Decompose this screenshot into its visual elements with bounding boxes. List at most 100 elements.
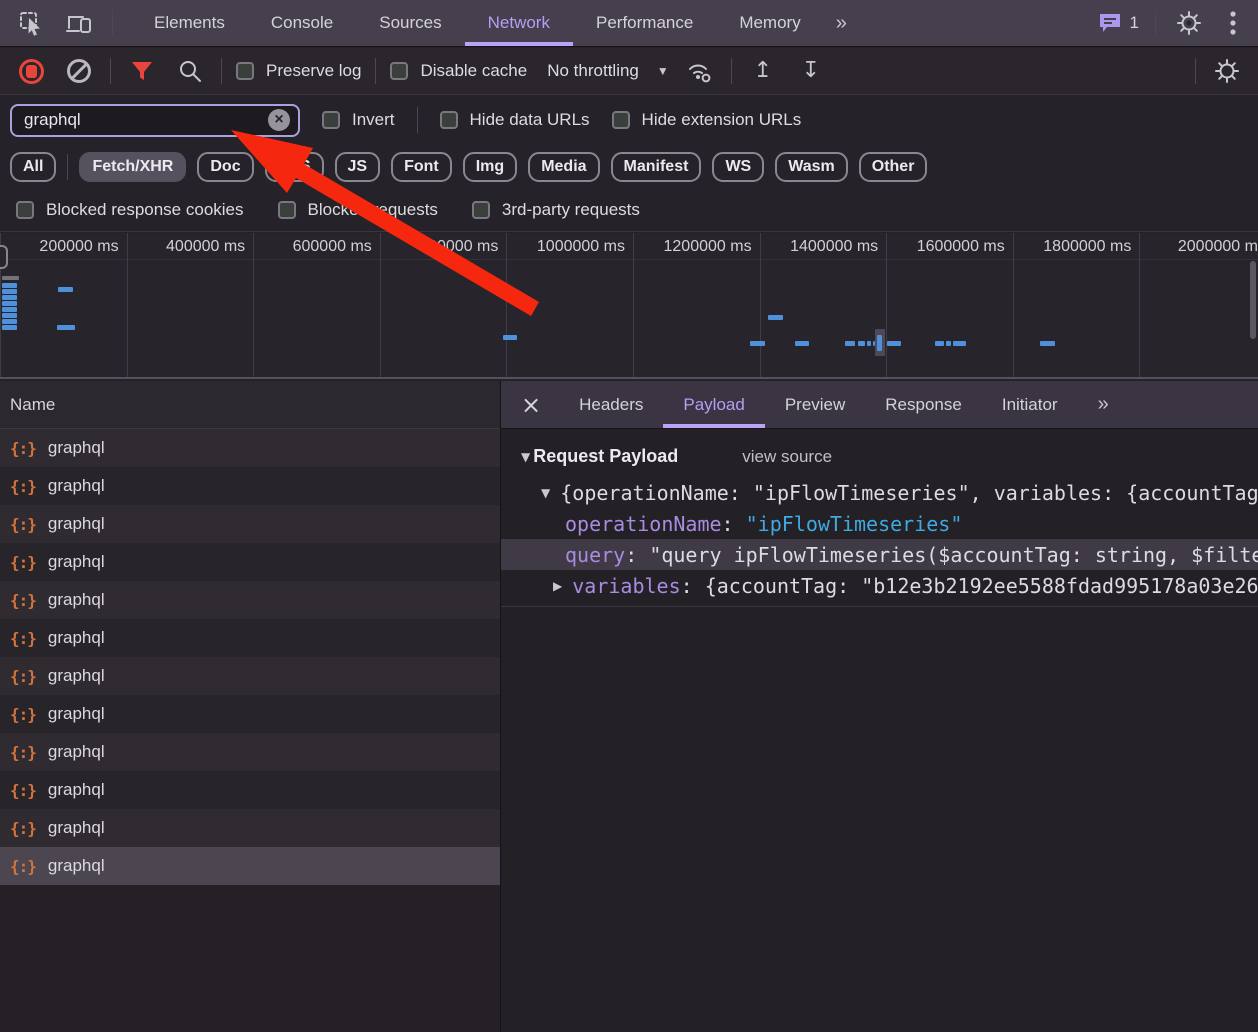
clear-network-log-icon[interactable] bbox=[62, 54, 96, 88]
property-value: "ipFlowTimeseries" bbox=[746, 512, 963, 536]
checkbox-box[interactable] bbox=[472, 201, 490, 219]
checkbox-box[interactable] bbox=[322, 111, 340, 129]
kebab-menu-icon[interactable] bbox=[1222, 6, 1244, 40]
checkbox-box[interactable] bbox=[440, 111, 458, 129]
fetch-json-icon: {:} bbox=[10, 705, 36, 724]
overview-column: 800000 ms bbox=[380, 233, 507, 377]
request-row[interactable]: {:}graphql bbox=[0, 543, 500, 581]
console-messages-button[interactable]: 1 bbox=[1098, 12, 1139, 34]
divider bbox=[417, 107, 418, 133]
filter-input-box[interactable]: × bbox=[10, 104, 300, 137]
request-row[interactable]: {:}graphql bbox=[0, 581, 500, 619]
checkbox-box[interactable] bbox=[278, 201, 296, 219]
checkbox-box[interactable] bbox=[390, 62, 408, 80]
overview-scrollbar-thumb[interactable] bbox=[1250, 261, 1256, 339]
tab-performance[interactable]: Performance bbox=[573, 0, 716, 46]
throttling-dropdown[interactable]: No throttling ▼ bbox=[547, 61, 669, 81]
preserve-log-checkbox[interactable]: Preserve log bbox=[236, 61, 361, 81]
tab-console[interactable]: Console bbox=[248, 0, 356, 46]
request-row[interactable]: {:}graphql bbox=[0, 467, 500, 505]
filter-chip-js[interactable]: JS bbox=[335, 152, 381, 182]
tab-memory[interactable]: Memory bbox=[716, 0, 823, 46]
network-conditions-icon[interactable] bbox=[683, 54, 717, 88]
payload-summary-row[interactable]: ▼ {operationName: "ipFlowTimeseries", va… bbox=[501, 477, 1258, 508]
more-tabs-icon[interactable]: » bbox=[824, 0, 859, 46]
overview-request-bar bbox=[57, 325, 75, 330]
request-name: graphql bbox=[48, 476, 105, 496]
request-row[interactable]: {:}graphql bbox=[0, 619, 500, 657]
payload-query-row[interactable]: query: "query ipFlowTimeseries($accountT… bbox=[501, 539, 1258, 570]
tab-preview[interactable]: Preview bbox=[765, 381, 865, 428]
disable-cache-checkbox[interactable]: Disable cache bbox=[390, 61, 527, 81]
network-overview-timeline[interactable]: 200000 ms400000 ms600000 ms800000 ms1000… bbox=[0, 233, 1258, 379]
tab-headers[interactable]: Headers bbox=[559, 381, 663, 428]
hide-data-urls-checkbox[interactable]: Hide data URLs bbox=[440, 110, 590, 130]
import-har-icon[interactable]: ↥ bbox=[746, 54, 780, 88]
export-har-icon[interactable]: ↧ bbox=[794, 54, 828, 88]
record-network-log-icon[interactable] bbox=[14, 54, 48, 88]
filter-chip-font[interactable]: Font bbox=[391, 152, 452, 182]
tab-sources[interactable]: Sources bbox=[356, 0, 464, 46]
checkbox-box[interactable] bbox=[612, 111, 630, 129]
tab-initiator[interactable]: Initiator bbox=[982, 381, 1078, 428]
request-row[interactable]: {:}graphql bbox=[0, 771, 500, 809]
request-row[interactable]: {:}graphql bbox=[0, 657, 500, 695]
checkbox-box[interactable] bbox=[236, 62, 254, 80]
payload-variables-row[interactable]: ▶ variables: {accountTag: "b12e3b2192ee5… bbox=[501, 570, 1258, 601]
filter-chip-media[interactable]: Media bbox=[528, 152, 599, 182]
settings-gear-icon[interactable] bbox=[1172, 6, 1206, 40]
hide-extension-urls-checkbox[interactable]: Hide extension URLs bbox=[612, 110, 802, 130]
expand-node-icon[interactable]: ▶ bbox=[553, 579, 562, 593]
filter-chip-manifest[interactable]: Manifest bbox=[611, 152, 702, 182]
third-party-requests-checkbox[interactable]: 3rd-party requests bbox=[472, 200, 640, 220]
blocked-response-cookies-checkbox[interactable]: Blocked response cookies bbox=[16, 200, 244, 220]
overview-column: 400000 ms bbox=[127, 233, 254, 377]
overview-request-bar bbox=[1040, 341, 1055, 346]
divider bbox=[110, 58, 111, 84]
checkbox-box[interactable] bbox=[16, 201, 34, 219]
inspect-element-icon[interactable] bbox=[14, 6, 48, 40]
filter-chip-css[interactable]: CSS bbox=[265, 152, 324, 182]
filter-chip-all[interactable]: All bbox=[10, 152, 56, 182]
collapse-section-icon[interactable]: ▼ bbox=[521, 450, 530, 464]
request-name: graphql bbox=[48, 552, 105, 572]
hide-extension-urls-label: Hide extension URLs bbox=[642, 110, 802, 130]
network-settings-gear-icon[interactable] bbox=[1210, 54, 1244, 88]
filter-chip-fetch-xhr[interactable]: Fetch/XHR bbox=[79, 152, 186, 182]
network-toolbar: Preserve log Disable cache No throttling… bbox=[0, 48, 1258, 95]
blocked-response-cookies-label: Blocked response cookies bbox=[46, 200, 244, 220]
request-row[interactable]: {:}graphql bbox=[0, 505, 500, 543]
filter-chip-doc[interactable]: Doc bbox=[197, 152, 253, 182]
clear-filter-icon[interactable]: × bbox=[268, 109, 290, 131]
request-row[interactable]: {:}graphql bbox=[0, 733, 500, 771]
tab-network[interactable]: Network bbox=[465, 0, 573, 46]
filter-row: × Invert Hide data URLs Hide extension U… bbox=[0, 96, 1258, 144]
blocked-requests-checkbox[interactable]: Blocked requests bbox=[278, 200, 438, 220]
device-toolbar-icon[interactable] bbox=[62, 6, 96, 40]
more-detail-tabs-icon[interactable]: » bbox=[1078, 381, 1129, 428]
tab-response[interactable]: Response bbox=[865, 381, 982, 428]
filter-chip-other[interactable]: Other bbox=[859, 152, 928, 182]
view-source-link[interactable]: view source bbox=[742, 447, 832, 467]
request-row[interactable]: {:}graphql bbox=[0, 429, 500, 467]
message-bubble-icon bbox=[1098, 12, 1122, 34]
search-icon[interactable] bbox=[173, 54, 207, 88]
filter-input[interactable] bbox=[24, 110, 268, 130]
close-detail-icon[interactable]: × bbox=[501, 381, 559, 428]
name-column-header[interactable]: Name bbox=[0, 381, 500, 429]
tab-elements[interactable]: Elements bbox=[131, 0, 248, 46]
tab-payload[interactable]: Payload bbox=[663, 381, 764, 428]
message-count: 1 bbox=[1130, 13, 1139, 33]
collapse-node-icon[interactable]: ▼ bbox=[541, 486, 550, 500]
filter-chip-img[interactable]: Img bbox=[463, 152, 517, 182]
filter-chip-ws[interactable]: WS bbox=[712, 152, 764, 182]
filter-funnel-icon[interactable] bbox=[125, 54, 159, 88]
invert-checkbox[interactable]: Invert bbox=[322, 110, 395, 130]
request-row[interactable]: {:}graphql bbox=[0, 847, 500, 885]
filter-chip-wasm[interactable]: Wasm bbox=[775, 152, 848, 182]
payload-operation-row[interactable]: operationName: "ipFlowTimeseries" bbox=[501, 508, 1258, 539]
request-row[interactable]: {:}graphql bbox=[0, 695, 500, 733]
fetch-json-icon: {:} bbox=[10, 857, 36, 876]
overview-left-handle[interactable] bbox=[0, 245, 8, 269]
request-row[interactable]: {:}graphql bbox=[0, 809, 500, 847]
